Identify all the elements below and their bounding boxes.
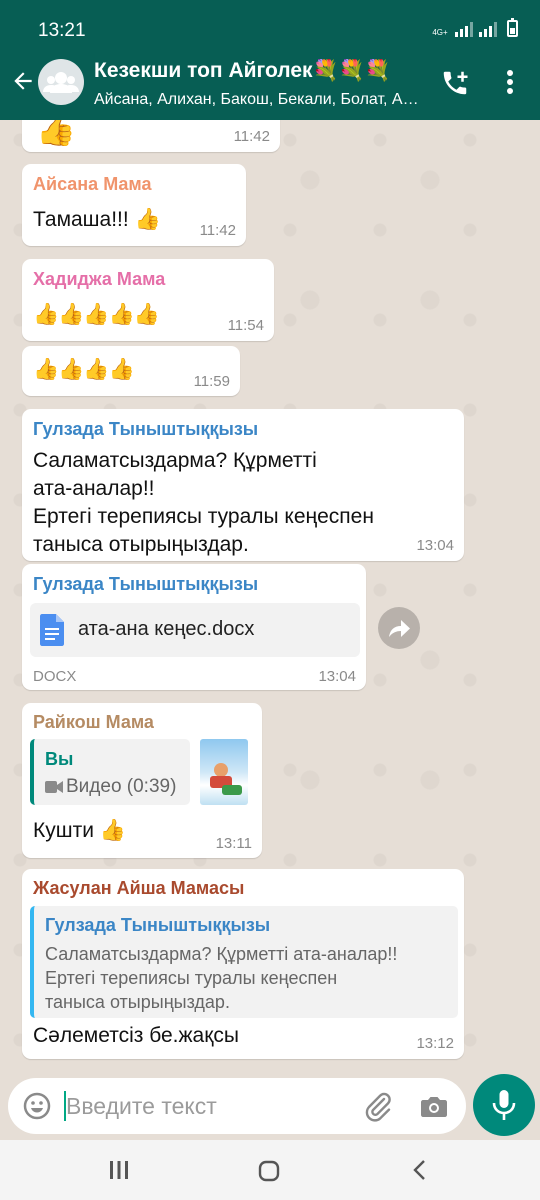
message-bubble[interactable]: 👍👍👍👍 11:59: [22, 346, 240, 396]
signal-icon: [455, 21, 473, 37]
document-file-name: ата-ана кеңес.docx: [78, 618, 255, 640]
message-text: Сәлеметсіз бе.жақсы: [33, 1024, 240, 1047]
sender-name[interactable]: Гулзада Тыныштыққызы: [33, 419, 258, 440]
navigation-bar: [0, 1140, 540, 1200]
message-bubble[interactable]: Гулзада Тыныштыққызы Саламатсыздарма? Құ…: [22, 409, 464, 561]
message-text: 👍👍👍👍👍: [33, 303, 160, 326]
quoted-author: Вы: [45, 749, 74, 769]
message-text: Кушти 👍: [33, 819, 126, 842]
sender-name[interactable]: Райкош Мама: [33, 712, 154, 733]
arrow-left-icon[interactable]: [10, 68, 36, 94]
message-text: Саламатсыздарма? Құрметті ата-аналар!! Е…: [33, 447, 443, 559]
message-time: 11:42: [199, 222, 236, 239]
camera-icon[interactable]: [418, 1090, 450, 1122]
message-line: Саламатсыздарма? Құрметті: [33, 449, 317, 472]
message-text: 👍👍👍👍: [33, 358, 135, 381]
group-avatar-icon[interactable]: [38, 59, 84, 105]
add-call-icon[interactable]: [440, 68, 470, 98]
message-bubble[interactable]: 👍 11:42: [22, 120, 280, 152]
document-attachment[interactable]: ата-ана кеңес.docx: [30, 603, 360, 657]
message-input-container[interactable]: [8, 1078, 466, 1134]
quoted-message[interactable]: Гулзада Тыныштыққызы Саламатсыздарма? Құ…: [30, 906, 458, 1018]
message-input[interactable]: [66, 1089, 346, 1123]
chat-area[interactable]: 👍 11:42 Айсана Мама Тамаша!!! 👍 11:42 Ха…: [0, 120, 540, 1074]
recents-icon[interactable]: [108, 1159, 130, 1181]
battery-icon: [507, 18, 518, 37]
emoji-icon[interactable]: [22, 1091, 52, 1121]
forward-button[interactable]: [378, 607, 420, 649]
quoted-line: Саламатсыздарма? Құрметті ата-аналар!!: [45, 944, 398, 964]
quoted-message[interactable]: Вы Видео (0:39): [30, 739, 190, 805]
quoted-text: Видео (0:39): [66, 776, 177, 797]
video-icon: [45, 781, 63, 793]
document-icon: [40, 614, 64, 646]
paperclip-icon[interactable]: [362, 1090, 394, 1122]
message-time: 11:42: [233, 128, 270, 145]
message-line: таныса отырыңыздар.: [33, 533, 249, 556]
network-type-label: 4G+: [432, 28, 448, 37]
message-time: 11:59: [193, 373, 230, 390]
back-nav-icon[interactable]: [410, 1159, 430, 1181]
chat-title[interactable]: Кезекши топ Айголек💐💐💐: [94, 59, 434, 83]
message-time: 13:11: [215, 835, 252, 852]
quoted-line: таныса отырыңыздар.: [45, 992, 230, 1012]
message-bubble[interactable]: Райкош Мама Вы Видео (0:39) Кушти 👍 13:1…: [22, 703, 262, 858]
document-file-type: DOCX: [33, 668, 77, 685]
message-line: Ертегі терепиясы туралы кеңеспен: [33, 505, 374, 528]
message-time: 13:04: [416, 537, 454, 554]
status-time: 13:21: [38, 20, 86, 41]
sender-name[interactable]: Жасулан Айша Мамасы: [33, 878, 244, 899]
message-time: 13:12: [416, 1035, 454, 1052]
sender-name[interactable]: Гулзада Тыныштыққызы: [33, 574, 258, 595]
chat-subtitle[interactable]: Айсана, Алихан, Бакош, Бекали, Болат, Ай…: [94, 91, 424, 109]
message-time: 13:04: [318, 668, 356, 685]
video-thumbnail[interactable]: [200, 739, 248, 805]
sender-name[interactable]: Айсана Мама: [33, 174, 152, 195]
status-bar: 13:21 4G+: [0, 0, 540, 46]
message-line: ата-аналар!!: [33, 477, 155, 500]
thumbs-up-emoji: 👍: [36, 120, 76, 147]
input-bar: [0, 1074, 540, 1140]
status-icons: 4G+: [431, 18, 518, 37]
chat-header: Кезекши топ Айголек💐💐💐 Айсана, Алихан, Б…: [0, 46, 540, 120]
message-text: Тамаша!!! 👍: [33, 208, 161, 231]
message-bubble[interactable]: Хадиджа Мама 👍👍👍👍👍 11:54: [22, 259, 274, 341]
quoted-author: Гулзада Тыныштыққызы: [45, 915, 271, 935]
message-bubble[interactable]: Жасулан Айша Мамасы Гулзада Тыныштыққызы…: [22, 869, 464, 1059]
mic-button[interactable]: [473, 1074, 535, 1136]
sender-name[interactable]: Хадиджа Мама: [33, 269, 165, 290]
home-icon[interactable]: [257, 1159, 281, 1183]
message-bubble[interactable]: Гулзада Тыныштыққызы ата-ана кеңес.docx …: [22, 564, 366, 690]
signal-2-icon: [479, 21, 497, 37]
quoted-text: Саламатсыздарма? Құрметті ата-аналар!! Е…: [45, 942, 397, 1014]
quoted-line: Ертегі терепиясы туралы кеңеспен: [45, 968, 338, 988]
message-bubble[interactable]: Айсана Мама Тамаша!!! 👍 11:42: [22, 164, 246, 246]
forward-icon: [389, 620, 410, 637]
message-time: 11:54: [227, 317, 264, 334]
mic-icon: [492, 1090, 516, 1120]
more-vert-icon[interactable]: [502, 68, 518, 96]
